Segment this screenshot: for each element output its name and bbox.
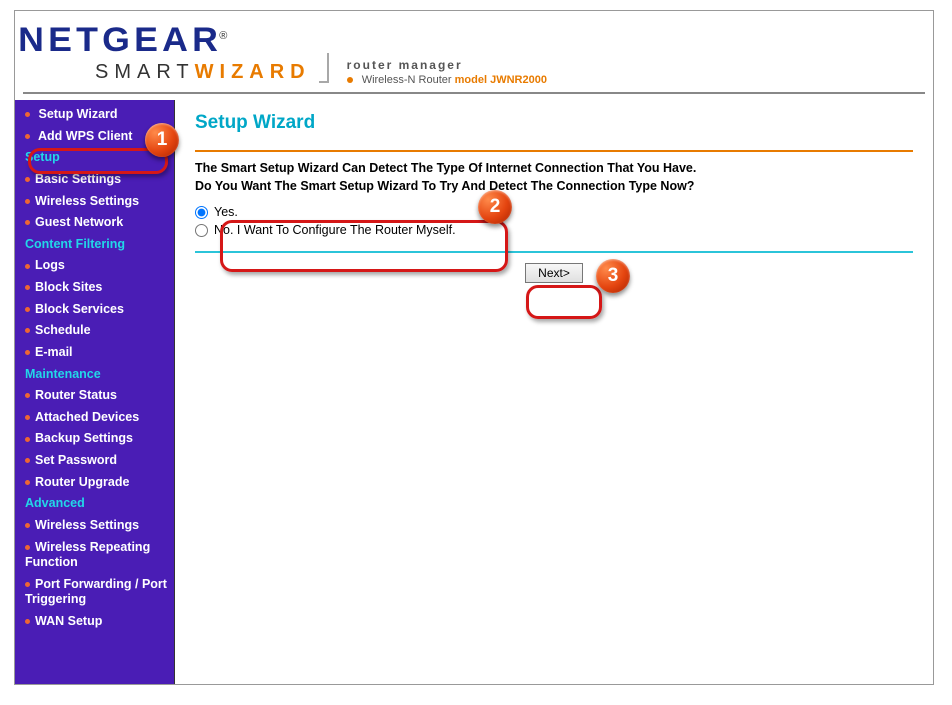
sidebar-item-attached-devices[interactable]: Attached Devices [15,407,174,429]
sidebar-item-router-upgrade[interactable]: Router Upgrade [15,472,174,494]
sidebar-category-content-filtering: Content Filtering [15,234,174,256]
sidebar-category-advanced: Advanced [15,493,174,515]
page-title: Setup Wizard [195,112,913,134]
registered-mark: ® [219,30,227,42]
sidebar-item-backup-settings[interactable]: Backup Settings [15,428,174,450]
detect-option-group: Yes. No. I Want To Configure The Router … [195,203,913,239]
option-yes-label: Yes. [214,205,238,219]
header: NETGEAR ® SMART WIZARD router manager Wi… [15,11,933,100]
bullet-icon [25,134,30,139]
divider-orange [195,150,913,152]
sidebar-item-email[interactable]: E-mail [15,342,174,364]
sidebar-category-maintenance: Maintenance [15,364,174,386]
subbrand-smart: SMART [95,61,195,84]
content-pane: Setup Wizard The Smart Setup Wizard Can … [175,100,933,684]
sidebar: Setup Wizard Add WPS Client Setup Basic … [15,100,175,684]
sidebar-item-block-sites[interactable]: Block Sites [15,277,174,299]
option-no-label: No. I Want To Configure The Router Mysel… [214,223,456,237]
desc-line-1: The Smart Setup Wizard Can Detect The Ty… [195,160,913,178]
sidebar-item-adv-wireless-settings[interactable]: Wireless Settings [15,515,174,537]
tagline: router manager [347,58,547,72]
sidebar-item-wan-setup[interactable]: WAN Setup [15,611,174,633]
sidebar-item-wireless-settings[interactable]: Wireless Settings [15,191,174,213]
brand-logo: NETGEAR [18,21,222,60]
sidebar-item-basic-settings[interactable]: Basic Settings [15,169,174,191]
radio-no[interactable] [195,224,208,237]
sidebar-item-schedule[interactable]: Schedule [15,320,174,342]
divider-cyan [195,251,913,253]
header-rule [23,92,925,94]
nav-label: Add WPS Client [38,129,132,143]
option-yes[interactable]: Yes. [195,203,913,221]
radio-yes[interactable] [195,206,208,219]
sidebar-item-add-wps-client[interactable]: Add WPS Client [15,126,174,148]
sidebar-category-setup: Setup [15,147,174,169]
sidebar-item-port-forwarding[interactable]: Port Forwarding / Port Triggering [15,574,174,611]
sidebar-item-setup-wizard[interactable]: Setup Wizard [15,104,174,126]
model-prefix: model [455,74,487,86]
dot-icon [347,77,353,83]
desc-line-2: Do You Want The Smart Setup Wizard To Tr… [195,178,913,196]
sidebar-item-wireless-repeating[interactable]: Wireless Repeating Function [15,537,174,574]
option-no[interactable]: No. I Want To Configure The Router Mysel… [195,221,913,239]
subbrand-wizard: WIZARD [195,61,311,84]
wizard-description: The Smart Setup Wizard Can Detect The Ty… [195,160,913,195]
sidebar-item-guest-network[interactable]: Guest Network [15,212,174,234]
sidebar-item-router-status[interactable]: Router Status [15,385,174,407]
bracket-decor [319,53,329,83]
next-button[interactable]: Next> [525,263,583,283]
sidebar-item-block-services[interactable]: Block Services [15,299,174,321]
sidebar-item-logs[interactable]: Logs [15,255,174,277]
product-name: Wireless-N Router [362,74,452,86]
bullet-icon [25,112,30,117]
model-number: JWNR2000 [490,74,547,86]
nav-label: Setup Wizard [38,107,117,121]
product-line: Wireless-N Router model JWNR2000 [347,74,547,86]
sidebar-item-set-password[interactable]: Set Password [15,450,174,472]
